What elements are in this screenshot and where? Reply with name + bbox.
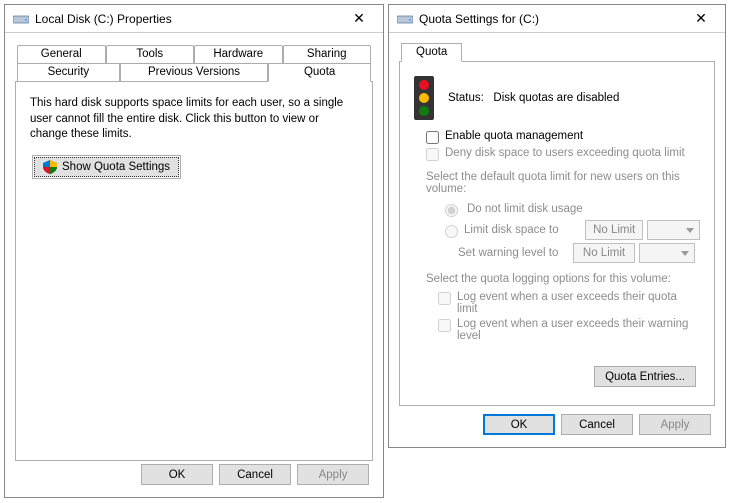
limit-space-row: Limit disk space to No Limit	[440, 220, 700, 240]
quota-description: This hard disk supports space limits for…	[30, 96, 350, 143]
tab-general[interactable]: General	[17, 45, 106, 63]
drive-icon	[13, 13, 29, 25]
drive-icon	[397, 13, 413, 25]
log-quota-input[interactable]	[438, 292, 451, 305]
show-quota-settings-label: Show Quota Settings	[62, 161, 170, 173]
no-limit-radio[interactable]: Do not limit disk usage	[440, 201, 700, 217]
limit-unit-dropdown[interactable]	[647, 220, 700, 240]
limit-space-label: Limit disk space to	[464, 224, 579, 236]
tab-quota[interactable]: Quota	[268, 63, 371, 82]
status-row: Status: Disk quotas are disabled	[414, 76, 700, 120]
status-label: Status:	[448, 92, 484, 104]
enable-quota-label: Enable quota management	[445, 130, 583, 142]
tab-content: Status: Disk quotas are disabled Enable …	[399, 61, 715, 406]
log-warning-input[interactable]	[438, 319, 451, 332]
titlebar: Local Disk (C:) Properties ✕	[5, 5, 383, 33]
apply-button[interactable]: Apply	[639, 414, 711, 435]
window-title: Quota Settings for (C:)	[413, 12, 681, 26]
tab-previous-versions[interactable]: Previous Versions	[120, 63, 269, 82]
logging-label: Select the quota logging options for thi…	[426, 273, 700, 285]
tab-tools[interactable]: Tools	[106, 45, 195, 63]
tabs: Quota	[401, 43, 713, 62]
warning-unit-dropdown[interactable]	[639, 243, 695, 263]
deny-space-checkbox[interactable]: Deny disk space to users exceeding quota…	[426, 147, 700, 161]
cancel-button[interactable]: Cancel	[219, 464, 291, 485]
deny-space-label: Deny disk space to users exceeding quota…	[445, 147, 685, 159]
log-quota-label: Log event when a user exceeds their quot…	[457, 291, 700, 315]
tab-hardware[interactable]: Hardware	[194, 45, 283, 63]
tabs: General Tools Hardware Sharing Security …	[17, 45, 371, 82]
dialog-buttons: OK Cancel Apply	[399, 406, 715, 439]
traffic-light-icon	[414, 76, 434, 120]
dialog-buttons: OK Cancel Apply	[15, 456, 373, 489]
limit-space-input[interactable]	[445, 225, 458, 238]
log-quota-checkbox[interactable]: Log event when a user exceeds their quot…	[438, 291, 700, 315]
cancel-button[interactable]: Cancel	[561, 414, 633, 435]
close-button[interactable]: ✕	[681, 7, 721, 31]
ok-button[interactable]: OK	[141, 464, 213, 485]
show-quota-settings-button[interactable]: Show Quota Settings	[34, 157, 179, 177]
tab-quota[interactable]: Quota	[401, 43, 462, 62]
no-limit-label: Do not limit disk usage	[467, 203, 583, 215]
log-warning-checkbox[interactable]: Log event when a user exceeds their warn…	[438, 318, 700, 342]
apply-button[interactable]: Apply	[297, 464, 369, 485]
warning-value-field[interactable]: No Limit	[573, 243, 635, 263]
close-button[interactable]: ✕	[339, 7, 379, 31]
log-warning-label: Log event when a user exceeds their warn…	[457, 318, 700, 342]
ok-button[interactable]: OK	[483, 414, 555, 435]
tab-content: This hard disk supports space limits for…	[15, 81, 373, 461]
status-value: Disk quotas are disabled	[493, 92, 619, 104]
limit-value-field[interactable]: No Limit	[585, 220, 642, 240]
enable-quota-input[interactable]	[426, 131, 439, 144]
uac-shield-icon	[43, 160, 57, 174]
enable-quota-checkbox[interactable]: Enable quota management	[426, 130, 700, 144]
deny-space-input[interactable]	[426, 148, 439, 161]
tab-security[interactable]: Security	[17, 63, 120, 82]
titlebar: Quota Settings for (C:) ✕	[389, 5, 725, 33]
warning-level-row: Set warning level to No Limit	[458, 243, 700, 263]
no-limit-input[interactable]	[445, 204, 458, 217]
warning-label: Set warning level to	[458, 247, 567, 259]
window-title: Local Disk (C:) Properties	[29, 12, 339, 26]
properties-window: Local Disk (C:) Properties ✕ General Too…	[4, 4, 384, 498]
quota-entries-button[interactable]: Quota Entries...	[594, 366, 696, 387]
quota-settings-window: Quota Settings for (C:) ✕ Quota Status: …	[388, 4, 726, 448]
tab-sharing[interactable]: Sharing	[283, 45, 372, 63]
default-limit-label: Select the default quota limit for new u…	[426, 171, 700, 195]
